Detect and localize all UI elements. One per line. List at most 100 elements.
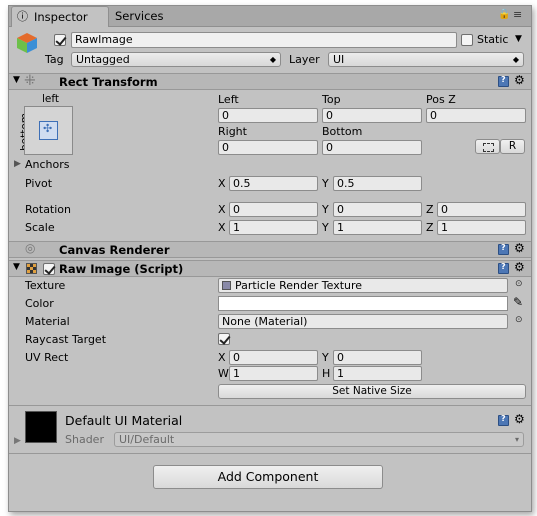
y-label: Y [322,177,329,190]
layer-label: Layer [289,53,320,66]
gear-icon[interactable]: ⚙ [514,260,525,274]
texture-label: Texture [25,279,66,292]
texture-field[interactable]: Particle Render Texture [218,278,508,293]
blueprint-mode-button[interactable] [475,139,500,154]
y-label: Y [322,203,329,216]
scale-y-field[interactable]: 1 [333,220,422,235]
expand-arrow-icon[interactable]: ▶ [14,436,21,446]
help-book-icon[interactable] [498,75,509,87]
gear-icon[interactable]: ⚙ [514,73,525,87]
x-label: X [218,351,226,364]
tag-dropdown[interactable]: Untagged ◆ [71,52,281,67]
updown-arrow-icon: ◆ [512,55,519,64]
tab-services[interactable]: Services [115,6,164,26]
menu-icon[interactable]: ≡ [513,8,522,21]
layer-dropdown[interactable]: UI ◆ [328,52,524,67]
eyedropper-icon[interactable]: ✎ [513,295,523,309]
scale-z-field[interactable]: 1 [437,220,526,235]
pivot-x-field[interactable]: 0.5 [229,176,318,191]
scale-x-field[interactable]: 1 [229,220,318,235]
uv-x-field[interactable]: 0 [229,350,318,365]
inspector-icon: ⓘ [17,10,28,23]
raw-image-header[interactable]: ▼ Raw Image (Script) ⚙ [9,260,531,277]
color-swatch[interactable] [218,296,508,311]
top-label: Top [322,93,341,106]
anchor-preset-icon: ✣ [39,121,58,140]
pivot-y-field[interactable]: 0.5 [333,176,422,191]
z-label: Z [426,221,434,234]
canvas-renderer-title: Canvas Renderer [59,243,170,257]
posz-label: Pos Z [426,93,456,106]
inspector-window: ⓘ Inspector Services 🔒 ≡ RawImage Static… [8,5,532,512]
divider [9,453,531,454]
h-label: H [322,367,331,380]
x-label: X [218,221,226,234]
left-label: Left [218,93,239,106]
anchor-presets-button[interactable]: ✣ [24,106,73,155]
help-book-icon[interactable] [498,243,509,255]
raw-image-icon [26,263,37,274]
texture-value: Particle Render Texture [235,279,363,292]
expand-arrow-icon[interactable]: ▶ [14,159,21,169]
fold-arrow-icon[interactable]: ▼ [13,75,20,85]
right-field[interactable]: 0 [218,140,318,155]
raycast-target-checkbox[interactable] [218,333,230,345]
help-book-icon[interactable] [498,414,509,426]
chevron-down-icon: ▾ [514,435,519,444]
uv-y-field[interactable]: 0 [333,350,422,365]
raw-image-enabled-checkbox[interactable] [43,263,55,275]
dotted-rect-icon [483,143,494,152]
static-label: Static [477,33,509,46]
static-dropdown-arrow[interactable]: ▼ [515,34,522,44]
rotation-y-field[interactable]: 0 [333,202,422,217]
z-label: Z [426,203,434,216]
pivot-label: Pivot [25,177,53,190]
canvas-renderer-header[interactable]: ◎ Canvas Renderer ⚙ [9,241,531,258]
name-field[interactable]: RawImage [71,32,457,48]
lock-icon[interactable]: 🔒 [498,9,510,20]
left-field[interactable]: 0 [218,108,318,123]
right-label: Right [218,125,247,138]
y-label: Y [322,221,329,234]
bottom-field[interactable]: 0 [322,140,422,155]
top-field[interactable]: 0 [322,108,422,123]
static-checkbox[interactable] [461,34,473,46]
canvas-renderer-icon: ◎ [25,241,36,255]
rotation-z-field[interactable]: 0 [437,202,526,217]
shader-label: Shader [65,433,104,446]
help-book-icon[interactable] [498,262,509,274]
tag-value: Untagged [76,53,130,66]
tab-bar: ⓘ Inspector Services 🔒 ≡ [9,6,531,27]
layer-value: UI [333,53,345,66]
uv-w-field[interactable]: 1 [229,366,318,381]
rect-transform-header[interactable]: ▼ ⁜ Rect Transform ⚙ [9,73,531,90]
rect-transform-icon: ⁜ [24,73,36,89]
uv-rect-label: UV Rect [25,351,69,364]
material-preview-swatch [25,411,57,443]
add-component-button[interactable]: Add Component [153,465,383,489]
raw-edit-button[interactable]: R [500,139,525,154]
set-native-size-button[interactable]: Set Native Size [218,384,526,399]
material-field[interactable]: None (Material) [218,314,508,329]
uv-h-field[interactable]: 1 [333,366,422,381]
gear-icon[interactable]: ⚙ [514,241,525,255]
rotation-x-field[interactable]: 0 [229,202,318,217]
divider [9,405,531,406]
gear-icon[interactable]: ⚙ [514,412,525,426]
material-name: Default UI Material [65,413,183,428]
fold-arrow-icon[interactable]: ▼ [13,262,20,272]
active-checkbox[interactable] [54,34,66,46]
object-picker-icon[interactable]: ⊙ [515,315,523,325]
anchors-label[interactable]: Anchors [25,158,70,171]
posz-field[interactable]: 0 [426,108,526,123]
color-label: Color [25,297,54,310]
bottom-label: Bottom [322,125,363,138]
x-label: X [218,203,226,216]
shader-dropdown[interactable]: UI/Default ▾ [114,432,524,447]
w-label: W [218,367,229,380]
tab-inspector[interactable]: ⓘ Inspector [11,6,109,27]
object-picker-icon[interactable]: ⊙ [515,279,523,289]
anchor-horizontal-label: left [42,93,60,105]
shader-value: UI/Default [119,433,175,446]
updown-arrow-icon: ◆ [269,55,276,64]
